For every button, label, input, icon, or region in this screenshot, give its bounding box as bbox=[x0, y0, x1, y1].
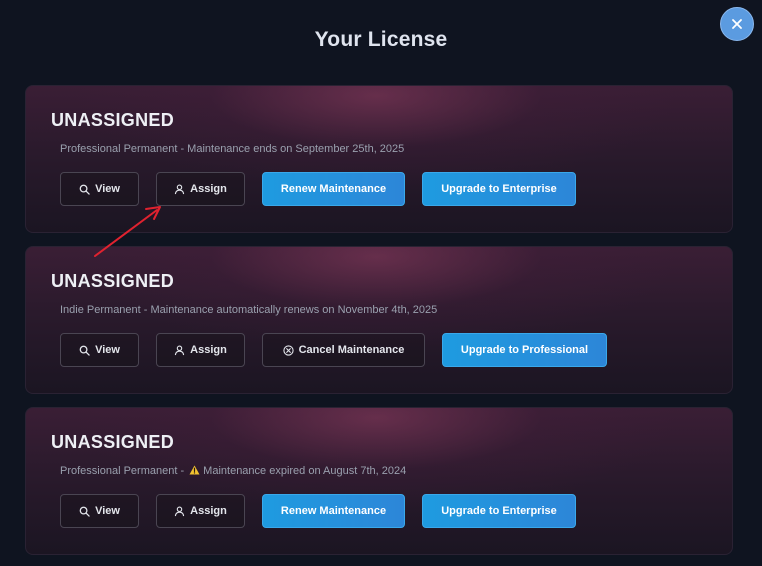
view-button[interactable]: View bbox=[60, 333, 139, 367]
user-icon bbox=[174, 184, 185, 195]
license-description: Indie Permanent - Maintenance automatica… bbox=[60, 304, 438, 316]
search-icon bbox=[79, 184, 90, 195]
license-card: UNASSIGNED Professional Permanent - Main… bbox=[25, 85, 733, 233]
page-title: Your License bbox=[314, 28, 448, 51]
license-card: UNASSIGNED Professional Permanent - Main… bbox=[25, 407, 733, 555]
user-icon bbox=[174, 345, 185, 356]
user-icon bbox=[174, 506, 185, 517]
view-button[interactable]: View bbox=[60, 494, 139, 528]
renew-maintenance-button[interactable]: Renew Maintenance bbox=[262, 172, 405, 206]
license-status: UNASSIGNED bbox=[51, 271, 175, 291]
upgrade-button[interactable]: Upgrade to Enterprise bbox=[422, 172, 576, 206]
license-description-prefix: Professional Permanent - bbox=[60, 465, 188, 477]
cancel-circle-icon bbox=[282, 344, 294, 356]
upgrade-button[interactable]: Upgrade to Enterprise bbox=[422, 494, 576, 528]
view-button-label: View bbox=[95, 505, 120, 517]
license-description: Professional Permanent - Maintenance exp… bbox=[60, 465, 406, 478]
assign-button-label: Assign bbox=[190, 505, 227, 517]
cancel-maintenance-button[interactable]: Cancel Maintenance bbox=[262, 333, 425, 367]
cancel-maintenance-label: Cancel Maintenance bbox=[298, 344, 405, 356]
assign-button[interactable]: Assign bbox=[156, 333, 245, 367]
license-status: UNASSIGNED bbox=[51, 432, 175, 452]
view-button-label: View bbox=[95, 183, 120, 195]
license-status: UNASSIGNED bbox=[51, 110, 175, 130]
search-icon bbox=[79, 506, 90, 517]
close-icon bbox=[732, 19, 742, 29]
assign-button-label: Assign bbox=[190, 183, 227, 195]
assign-button[interactable]: Assign bbox=[156, 172, 245, 206]
assign-button-label: Assign bbox=[190, 344, 227, 356]
assign-button[interactable]: Assign bbox=[156, 494, 245, 528]
view-button[interactable]: View bbox=[60, 172, 139, 206]
license-description: Professional Permanent - Maintenance end… bbox=[60, 143, 405, 155]
search-icon bbox=[79, 345, 90, 356]
view-button-label: View bbox=[95, 344, 120, 356]
license-card: UNASSIGNED Indie Permanent - Maintenance… bbox=[25, 246, 733, 394]
renew-maintenance-button[interactable]: Renew Maintenance bbox=[262, 494, 405, 528]
maintenance-expired-text: Maintenance expired on August 7th, 2024 bbox=[203, 465, 407, 477]
warning-icon bbox=[189, 465, 200, 478]
close-button[interactable] bbox=[720, 7, 754, 41]
upgrade-button[interactable]: Upgrade to Professional bbox=[442, 333, 607, 367]
